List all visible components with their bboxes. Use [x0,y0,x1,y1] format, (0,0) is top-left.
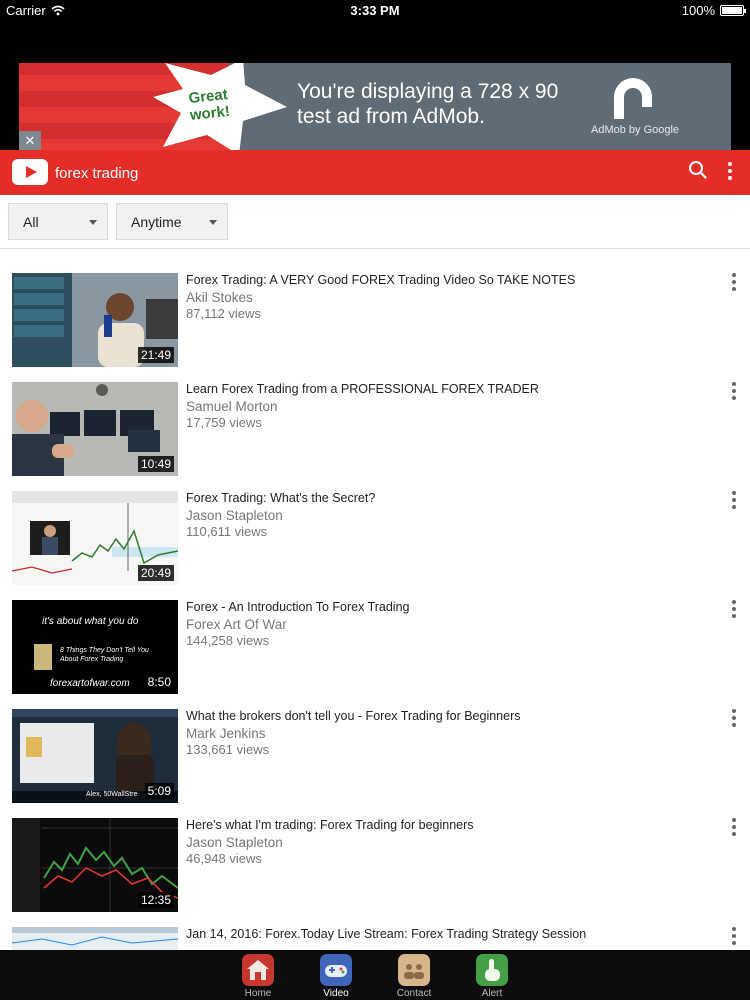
thumbnail-website: forexartofwar.com [50,678,130,689]
youtube-logo-icon[interactable] [12,159,48,185]
battery-indicator: 100% [681,3,746,18]
video-title[interactable]: Forex Trading: What's the Secret? [186,491,375,505]
search-query[interactable]: forex trading [55,165,138,182]
tab-video[interactable]: Video [296,950,376,1000]
video-thumbnail[interactable]: Alex, 50WallStre 5:09 [12,709,178,803]
video-title[interactable]: Learn Forex Trading from a PROFESSIONAL … [186,382,539,396]
more-vertical-icon[interactable] [726,160,742,184]
ad-close-button[interactable]: ✕ [19,131,41,150]
book-icon [34,644,52,670]
search-icon[interactable] [688,160,708,180]
chevron-down-icon [209,220,217,225]
video-views: 46,948 views [186,851,262,866]
video-views: 110,611 views [186,524,268,539]
admob-logo-icon [614,78,652,119]
ad-message-line1: You're displaying a 728 x 90 [297,80,559,103]
video-item[interactable]: Alex, 50WallStre 5:09 What the brokers d… [0,709,750,818]
date-filter-dropdown[interactable]: Anytime [116,203,228,240]
tab-alert-label: Alert [481,988,503,999]
video-item[interactable]: Jan 14, 2016: Forex.Today Live Stream: F… [0,927,750,950]
battery-percent: 100% [681,3,715,18]
video-duration: 5:09 [144,783,174,799]
more-vertical-icon[interactable] [730,709,738,729]
thumbnail-subtitle: 8 Things They Don't Tell You About Forex… [60,647,149,663]
ad-banner[interactable]: Great work! You're displaying a 728 x 90… [19,63,731,150]
video-thumbnail[interactable]: 21:49 [12,273,178,367]
video-title[interactable]: What the brokers don't tell you - Forex … [186,709,521,723]
gamepad-icon [320,954,352,986]
video-duration: 21:49 [137,347,174,363]
more-vertical-icon[interactable] [730,818,738,838]
bottom-tab-bar: Home Video Contact Alert [0,950,750,1000]
ad-message-line2: test ad from AdMob. [297,105,485,128]
thumbnail-caption: Alex, 50WallStre [86,791,138,798]
video-thumbnail[interactable] [12,927,178,950]
video-duration: 10:49 [137,456,174,472]
tab-video-label: Video [323,988,349,999]
video-item[interactable]: 10:49 Learn Forex Trading from a PROFESS… [0,382,750,491]
video-channel[interactable]: Jason Stapleton [186,835,283,850]
admob-label: AdMob by Google [591,124,680,136]
results-panel: All Anytime 21:49 Forex Trading: A VERY … [0,195,750,950]
video-views: 17,759 views [186,415,262,430]
filter-bar: All Anytime [0,195,750,249]
video-title[interactable]: Jan 14, 2016: Forex.Today Live Stream: F… [186,927,586,941]
video-title[interactable]: Here's what I'm trading: Forex Trading f… [186,818,474,832]
tab-home-label: Home [244,988,272,999]
type-filter-label: All [23,214,39,230]
home-icon [242,954,274,986]
video-duration: 20:49 [137,565,174,581]
video-item[interactable]: 21:49 Forex Trading: A VERY Good FOREX T… [0,273,750,382]
contacts-icon [398,954,430,986]
video-thumbnail[interactable]: 12:35 [12,818,178,912]
more-vertical-icon[interactable] [730,273,738,293]
video-thumbnail[interactable]: 20:49 [12,491,178,585]
tab-contact[interactable]: Contact [374,950,454,1000]
video-duration: 12:35 [137,892,174,908]
video-views: 144,258 views [186,633,270,648]
video-title[interactable]: Forex - An Introduction To Forex Trading [186,600,410,614]
tab-alert[interactable]: Alert [452,950,532,1000]
video-channel[interactable]: Samuel Morton [186,399,278,414]
video-item[interactable]: it's about what you do 8 Things They Don… [0,600,750,709]
more-vertical-icon[interactable] [730,491,738,511]
chevron-down-icon [89,220,97,225]
date-filter-label: Anytime [131,214,182,230]
pointer-hand-icon [476,954,508,986]
video-thumbnail[interactable]: 10:49 [12,382,178,476]
video-duration: 8:50 [144,674,174,690]
search-header: forex trading [0,150,750,195]
clock: 3:33 PM [350,3,400,18]
more-vertical-icon[interactable] [730,600,738,620]
ad-badge-text: Great work! [177,85,240,125]
type-filter-dropdown[interactable]: All [8,203,108,240]
video-channel[interactable]: Akil Stokes [186,290,253,305]
video-channel[interactable]: Forex Art Of War [186,617,287,632]
more-vertical-icon[interactable] [730,927,738,947]
video-item[interactable]: 12:35 Here's what I'm trading: Forex Tra… [0,818,750,927]
video-views: 87,112 views [186,306,261,321]
video-title[interactable]: Forex Trading: A VERY Good FOREX Trading… [186,273,575,287]
video-views: 133,661 views [186,742,270,757]
thumbnail-caption: it's about what you do [42,616,139,627]
tab-contact-label: Contact [396,988,432,999]
video-item[interactable]: 20:49 Forex Trading: What's the Secret? … [0,491,750,600]
tab-home[interactable]: Home [218,950,298,1000]
more-vertical-icon[interactable] [730,382,738,402]
video-channel[interactable]: Mark Jenkins [186,726,266,741]
video-channel[interactable]: Jason Stapleton [186,508,283,523]
battery-icon [720,5,746,16]
video-thumbnail[interactable]: it's about what you do 8 Things They Don… [12,600,178,694]
status-bar: Carrier 3:33 PM 100% [0,0,750,22]
ad-message: You're displaying a 728 x 90 test ad fro… [297,79,558,129]
